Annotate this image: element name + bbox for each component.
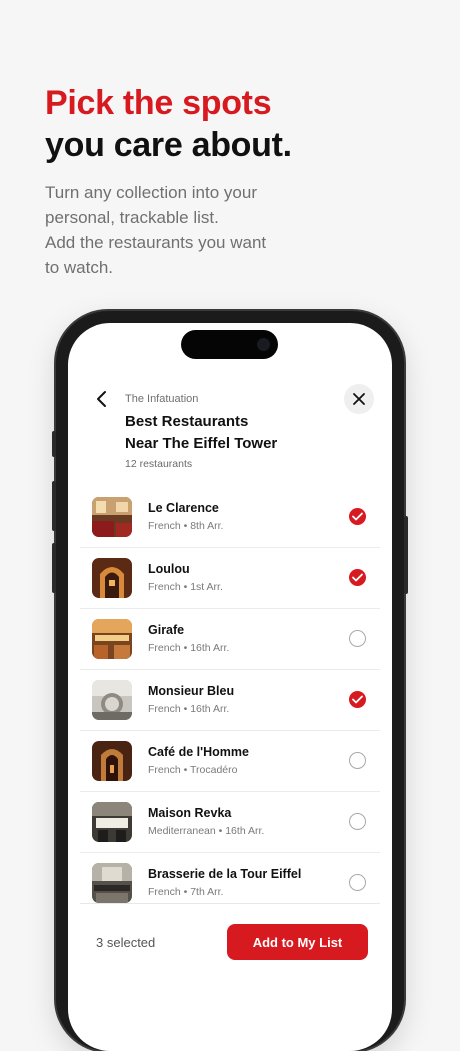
restaurant-thumbnail bbox=[92, 497, 132, 537]
checkbox-checked[interactable] bbox=[349, 508, 366, 525]
collection-title-line: Near The Eiffel Tower bbox=[125, 435, 278, 452]
restaurant-meta: French • 7th Arr. bbox=[148, 886, 224, 898]
phone-volume-down-button bbox=[52, 543, 56, 593]
restaurant-name: Maison Revka bbox=[148, 806, 232, 820]
close-icon bbox=[353, 393, 365, 405]
restaurant-thumbnail bbox=[92, 802, 132, 842]
restaurant-thumbnail bbox=[92, 680, 132, 720]
restaurant-meta: French • 16th Arr. bbox=[148, 642, 230, 654]
hero: Pick the spots you care about. Turn any … bbox=[45, 82, 435, 280]
restaurant-list: Le Clarence French • 8th Arr. Loulou Fre… bbox=[80, 487, 380, 913]
restaurant-name: Loulou bbox=[148, 562, 190, 576]
restaurant-name: Brasserie de la Tour Eiffel bbox=[148, 867, 302, 881]
restaurant-name: Café de l'Homme bbox=[148, 745, 249, 759]
headline-main: you care about. bbox=[45, 126, 292, 164]
chevron-left-icon[interactable] bbox=[92, 389, 112, 409]
restaurant-thumbnail bbox=[92, 863, 132, 903]
restaurant-meta: Mediterranean • 16th Arr. bbox=[148, 825, 265, 837]
list-item[interactable]: Monsieur Bleu French • 16th Arr. bbox=[80, 670, 380, 731]
restaurant-meta: French • 8th Arr. bbox=[148, 520, 224, 532]
subtitle-line: Add the restaurants you want bbox=[45, 233, 267, 252]
list-item[interactable]: Girafe French • 16th Arr. bbox=[80, 609, 380, 670]
list-item[interactable]: Maison Revka Mediterranean • 16th Arr. bbox=[80, 792, 380, 853]
subtitle-line: personal, trackable list. bbox=[45, 208, 219, 227]
restaurant-thumbnail bbox=[92, 558, 132, 598]
subtitle-line: to watch. bbox=[45, 258, 114, 277]
headline-accent: Pick the spots bbox=[45, 84, 272, 122]
phone-volume-up-button bbox=[52, 481, 56, 531]
collection-header: The Infatuation Best Restaurants Near Th… bbox=[68, 379, 392, 474]
restaurant-name: Monsieur Bleu bbox=[148, 684, 235, 698]
restaurant-thumbnail bbox=[92, 619, 132, 659]
list-item[interactable]: Café de l'Homme French • Trocadéro bbox=[80, 731, 380, 792]
collection-source: The Infatuation bbox=[125, 393, 199, 405]
restaurant-meta: French • 16th Arr. bbox=[148, 703, 230, 715]
subtitle: Turn any collection into your personal, … bbox=[45, 180, 435, 280]
restaurant-count: 12 restaurants bbox=[125, 458, 193, 470]
checkbox-unchecked[interactable] bbox=[349, 752, 366, 769]
checkbox-checked[interactable] bbox=[349, 569, 366, 586]
collection-title-line: Best Restaurants bbox=[125, 413, 249, 430]
checkbox-unchecked[interactable] bbox=[349, 630, 366, 647]
restaurant-thumbnail bbox=[92, 741, 132, 781]
phone-action-button bbox=[52, 431, 56, 457]
phone-power-button bbox=[404, 516, 408, 594]
selected-count: 3 selected bbox=[96, 935, 156, 950]
headline: Pick the spots you care about. bbox=[45, 82, 435, 166]
phone-screen: The Infatuation Best Restaurants Near Th… bbox=[68, 323, 392, 1051]
check-icon bbox=[352, 695, 363, 704]
restaurant-name: Le Clarence bbox=[148, 501, 219, 515]
restaurant-meta: French • 1st Arr. bbox=[148, 581, 223, 593]
check-icon bbox=[352, 573, 363, 582]
check-icon bbox=[352, 512, 363, 521]
list-item[interactable]: Le Clarence French • 8th Arr. bbox=[80, 487, 380, 548]
checkbox-checked[interactable] bbox=[349, 691, 366, 708]
checkbox-unchecked[interactable] bbox=[349, 813, 366, 830]
collection-title: Best Restaurants Near The Eiffel Tower bbox=[125, 411, 315, 455]
phone-frame: The Infatuation Best Restaurants Near Th… bbox=[52, 311, 408, 1051]
restaurant-meta: French • Trocadéro bbox=[148, 764, 238, 776]
subtitle-line: Turn any collection into your bbox=[45, 183, 257, 202]
restaurant-name: Girafe bbox=[148, 623, 185, 637]
selection-footer: 3 selected Add to My List bbox=[80, 903, 380, 984]
close-button[interactable] bbox=[344, 384, 374, 414]
add-to-list-button[interactable]: Add to My List bbox=[227, 924, 368, 960]
dynamic-island bbox=[181, 330, 278, 359]
camera-icon bbox=[257, 338, 270, 351]
checkbox-unchecked[interactable] bbox=[349, 874, 366, 891]
list-item[interactable]: Loulou French • 1st Arr. bbox=[80, 548, 380, 609]
